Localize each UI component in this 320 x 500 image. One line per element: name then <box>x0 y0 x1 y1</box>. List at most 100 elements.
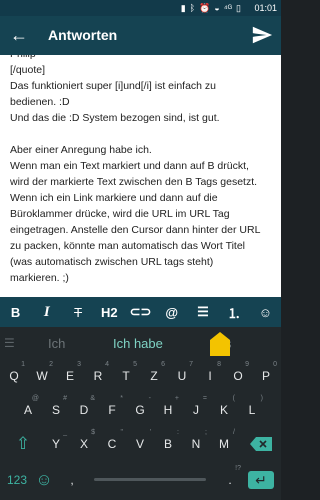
suggestion-left[interactable]: Ich <box>48 336 65 351</box>
key-w[interactable]: W2 <box>28 361 56 391</box>
bluetooth-icon: ᛒ <box>189 3 196 13</box>
key-hint: _ <box>63 429 67 436</box>
key-p[interactable]: P0 <box>252 361 280 391</box>
status-bar: ▮ ᛒ ⏰ ◒ ⁴ᴳ ▯ 01:01 <box>0 0 281 16</box>
key-label: G <box>135 403 145 417</box>
key-f[interactable]: F * <box>98 395 126 425</box>
period-hint: !? <box>235 465 241 472</box>
reply-editor[interactable]: Philip [/quote] Das funktioniert super [… <box>0 55 281 297</box>
key-e[interactable]: E3 <box>56 361 84 391</box>
key-x[interactable]: X $ <box>70 429 98 459</box>
key-c[interactable]: C " <box>98 429 126 459</box>
key-hint: ( <box>232 395 235 402</box>
key-label: N <box>191 437 201 451</box>
signal-4g-icon: ⁴ᴳ <box>223 3 233 13</box>
key-s[interactable]: S # <box>42 395 70 425</box>
key-v[interactable]: V ' <box>126 429 154 459</box>
key-hint: * <box>120 395 123 402</box>
symbols-key[interactable]: 123 <box>2 465 32 495</box>
backspace-key[interactable] <box>244 429 278 459</box>
key-label: O <box>233 369 243 383</box>
key-d[interactable]: D & <box>70 395 98 425</box>
key-i[interactable]: I8 <box>196 361 224 391</box>
bullet-list-button[interactable]: ☰ <box>187 297 218 327</box>
key-hint: - <box>148 395 151 402</box>
key-label: P <box>261 369 270 383</box>
key-label: Q <box>9 369 19 383</box>
key-label: T <box>122 369 130 383</box>
key-h[interactable]: H + <box>154 395 182 425</box>
key-j[interactable]: J = <box>182 395 210 425</box>
backspace-icon <box>250 437 272 451</box>
heading-button[interactable]: H2 <box>94 297 125 327</box>
cursor-handle-icon[interactable] <box>210 332 230 356</box>
app-bar: ← Antworten <box>0 16 281 55</box>
link-button[interactable]: ⊂⊃ <box>125 297 156 327</box>
key-hint: 3 <box>77 361 81 368</box>
key-hint: 4 <box>105 361 109 368</box>
emoji-key[interactable]: ☺ <box>30 465 58 495</box>
format-toolbar: B I T H2 ⊂⊃ @ ☰ ⒈ ☺ <box>0 297 281 327</box>
shift-key[interactable]: ⇧ <box>6 429 40 459</box>
send-icon[interactable] <box>251 24 273 46</box>
key-label: C <box>107 437 117 451</box>
key-y[interactable]: Y _ <box>42 429 70 459</box>
key-hint: ' <box>149 429 151 436</box>
key-hint: 2 <box>49 361 53 368</box>
key-label: S <box>51 403 60 417</box>
emoji-button[interactable]: ☺ <box>250 297 281 327</box>
key-label: W <box>36 369 48 383</box>
enter-key[interactable]: ↵ <box>244 465 278 495</box>
suggestion-center[interactable]: Ich habe <box>113 336 163 351</box>
key-label: X <box>79 437 88 451</box>
period-key[interactable]: . !? <box>216 465 244 495</box>
key-label: A <box>23 403 32 417</box>
space-key[interactable] <box>86 465 214 495</box>
reply-text[interactable]: Philip [/quote] Das funktioniert super [… <box>10 55 275 286</box>
strikethrough-button[interactable]: T <box>62 297 93 327</box>
status-time: 01:01 <box>254 3 277 13</box>
key-b[interactable]: B: <box>154 429 182 459</box>
status-icons: ▮ ᛒ ⏰ ◒ ⁴ᴳ ▯ <box>181 2 241 14</box>
key-hint: " <box>120 429 124 436</box>
key-n[interactable]: N; <box>182 429 210 459</box>
wifi-icon: ◒ <box>214 3 220 13</box>
key-r[interactable]: R4 <box>84 361 112 391</box>
key-m[interactable]: M / <box>210 429 238 459</box>
bold-button[interactable]: B <box>0 297 31 327</box>
key-hint: 6 <box>161 361 165 368</box>
key-hint: 0 <box>273 361 277 368</box>
alarm-icon: ⏰ <box>199 3 211 13</box>
key-hint: + <box>174 395 179 402</box>
comma-key[interactable]: , <box>58 465 86 495</box>
keyboard-menu-icon[interactable]: ☰ <box>4 336 15 350</box>
enter-icon: ↵ <box>248 471 274 489</box>
mention-button[interactable]: @ <box>156 297 187 327</box>
key-label: K <box>219 403 228 417</box>
key-hint: # <box>63 395 67 402</box>
period-label: . <box>228 473 232 487</box>
key-g[interactable]: G- <box>126 395 154 425</box>
key-t[interactable]: T5 <box>112 361 140 391</box>
key-hint: / <box>233 429 235 436</box>
key-k[interactable]: K( <box>210 395 238 425</box>
numbered-list-button[interactable]: ⒈ <box>219 297 250 327</box>
key-hint: 8 <box>217 361 221 368</box>
key-label: M <box>219 437 229 451</box>
key-l[interactable]: L) <box>238 395 266 425</box>
key-a[interactable]: A @ <box>14 395 42 425</box>
key-label: Z <box>150 369 158 383</box>
key-label: F <box>108 403 116 417</box>
key-label: L <box>248 403 256 417</box>
key-o[interactable]: O9 <box>224 361 252 391</box>
back-arrow-icon[interactable]: ← <box>8 24 30 46</box>
key-label: I <box>208 369 212 383</box>
page-title: Antworten <box>48 27 118 43</box>
key-z[interactable]: Z6 <box>140 361 168 391</box>
italic-button[interactable]: I <box>31 297 62 327</box>
key-label: H <box>163 403 173 417</box>
key-u[interactable]: U7 <box>168 361 196 391</box>
key-q[interactable]: Q1 <box>0 361 28 391</box>
key-hint: 9 <box>245 361 249 368</box>
key-label: B <box>163 437 172 451</box>
